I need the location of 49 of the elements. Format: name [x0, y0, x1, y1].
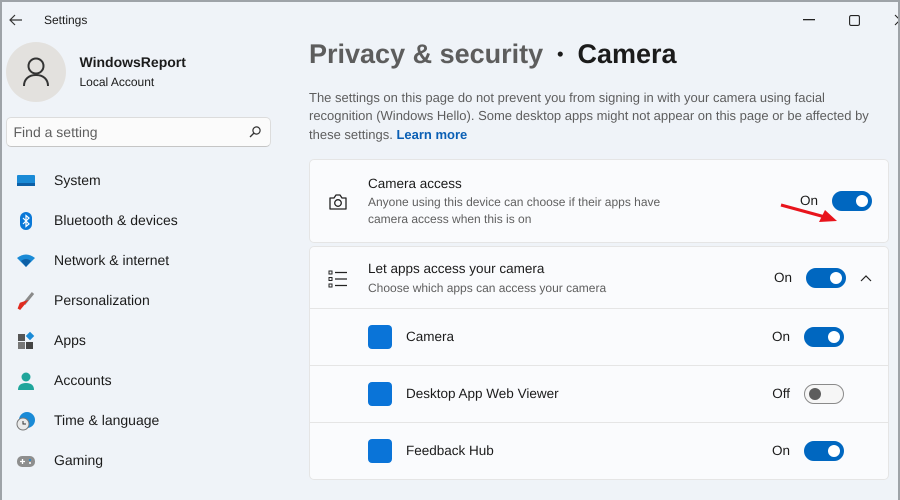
paintbrush-icon [16, 290, 36, 310]
globe-clock-icon [16, 410, 36, 430]
sidebar-item[interactable]: System [2, 160, 302, 200]
breadcrumb-parent[interactable]: Privacy & security [309, 34, 544, 74]
app-icon [368, 382, 392, 406]
sidebar-item[interactable]: Accounts [2, 360, 302, 400]
breadcrumb-separator: • [557, 42, 564, 66]
page-title: Camera [577, 38, 677, 71]
setting-description: Anyone using this device can choose if their apps have camera access when this is on [368, 194, 662, 228]
toggle-state-label: On [798, 192, 818, 210]
app-name: Camera [406, 328, 454, 346]
toggle-switch[interactable] [806, 268, 846, 288]
app-icon [368, 439, 392, 464]
sidebar-item[interactable]: Network & internet [2, 240, 302, 280]
person-icon [16, 370, 36, 390]
toggle-switch[interactable] [804, 327, 844, 348]
window-title: Settings [44, 12, 88, 29]
minimize-icon[interactable] [803, 19, 815, 21]
toggle-state-label: On [772, 268, 792, 287]
back-arrow-icon[interactable] [9, 14, 23, 26]
setting-description: Choose which apps can access your camera [368, 280, 608, 296]
toggle-state-label: On [770, 328, 790, 346]
app-name: Desktop App Web Viewer [406, 385, 559, 404]
toggle-state-label: Off [771, 385, 790, 404]
toggle-state-label: On [770, 442, 790, 460]
search-icon [248, 126, 260, 138]
learn-more-link[interactable]: Learn more [396, 127, 468, 142]
page-description: The settings on this page do not prevent you from signing in with your camera using facial recognition (Windows Hello). Some desktop apps might not appear on this page or be affected by these settings. Learn more [309, 88, 870, 144]
sidebar-item[interactable]: Gaming [2, 440, 302, 480]
setting-title: Let apps access your camera [368, 260, 546, 278]
person-icon [22, 56, 50, 86]
toggle-switch[interactable] [804, 384, 844, 404]
sidebar-item[interactable]: Personalization [2, 280, 302, 320]
sidebar-item[interactable]: Bluetooth & devices [2, 200, 302, 240]
account-name: WindowsReport [80, 53, 186, 72]
toggle-switch[interactable] [804, 441, 844, 462]
app-icon [368, 325, 392, 350]
maximize-icon[interactable] [849, 14, 860, 26]
chevron-up-icon[interactable] [860, 275, 872, 282]
setting-title: Camera access [368, 175, 463, 194]
list-icon [328, 270, 348, 288]
sidebar-item[interactable]: Apps [2, 320, 302, 360]
app-name: Feedback Hub [406, 442, 494, 460]
search-field[interactable]: Find a setting [6, 116, 270, 146]
sidebar-item[interactable]: Time & language [2, 400, 302, 440]
apps-icon [16, 330, 36, 350]
account-type: Local Account [80, 74, 156, 91]
camera-icon [328, 192, 348, 211]
toggle-switch[interactable] [832, 190, 872, 211]
